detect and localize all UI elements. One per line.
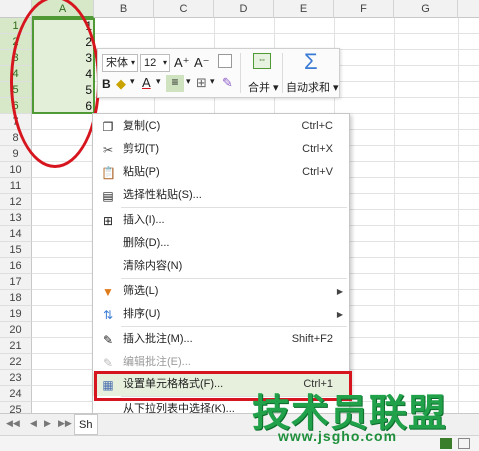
menu-separator [121,278,347,279]
sort-icon: ⇅ [102,308,114,322]
annotation-circle [10,0,100,168]
row-header[interactable]: 14 [0,226,32,242]
menu-item-label: 插入批注(M)... [123,333,193,345]
sigma-icon[interactable]: Σ [304,49,318,75]
font-size-value: 12 [144,57,157,69]
row-header[interactable]: 12 [0,194,32,210]
menu-item-shortcut: Ctrl+X [302,143,333,155]
menu-item[interactable]: 删除(D)... [93,232,349,255]
row-header[interactable]: 18 [0,290,32,306]
menu-item-shortcut: Shift+F2 [291,333,333,345]
copy-icon: ❐ [102,120,114,134]
menu-item[interactable]: ⊞ 插入(I)... [93,209,349,232]
chevron-down-icon: ▾ [162,58,167,67]
tab-nav-last-icon[interactable]: ▶▶ [58,418,72,429]
menu-item-shortcut: Ctrl+V [302,166,333,178]
row-header[interactable]: 22 [0,354,32,370]
autosum-button-label[interactable]: 自动求和 ▾ [286,79,339,95]
row-header[interactable]: 10 [0,162,32,178]
row-header[interactable]: 11 [0,178,32,194]
chevron-down-icon[interactable]: ▾ [186,76,191,87]
row-header[interactable]: 20 [0,322,32,338]
row-header[interactable]: 24 [0,386,32,402]
tab-nav-first-icon[interactable]: ◀◀ [6,418,20,429]
menu-item-label: 删除(D)... [123,237,170,249]
clear-format-icon[interactable] [218,54,232,68]
menu-item-label: 排序(U) [123,308,161,320]
menu-item[interactable]: ▼ 筛选(L) ▶ [93,280,349,303]
filter-icon: ▼ [102,285,114,299]
row-header[interactable]: 17 [0,274,32,290]
row-header[interactable]: 23 [0,370,32,386]
tab-nav-next-icon[interactable]: ▶ [44,418,51,429]
column-header-e[interactable]: E [274,0,334,18]
menu-item[interactable]: 清除内容(N) [93,255,349,278]
normal-view-icon[interactable] [440,438,452,449]
insert-icon: ⊞ [102,214,114,228]
edit-comment-icon: ✎ [102,356,114,370]
row-header[interactable]: 15 [0,242,32,258]
menu-item[interactable]: ✂ 剪切(T) Ctrl+X [93,138,349,161]
comment-icon: ✎ [102,333,114,347]
align-center-icon[interactable]: ≡ [166,75,184,92]
menu-item-label: 筛选(L) [123,285,159,297]
column-header-c[interactable]: C [154,0,214,18]
toolbar-divider [282,53,283,93]
row-header[interactable]: 21 [0,338,32,354]
menu-item-label: 粘贴(P) [123,166,160,178]
chevron-down-icon[interactable]: ▾ [130,76,135,87]
watermark-url: www.jsgho.com [278,428,398,444]
font-name-select[interactable]: 宋体 ▾ [102,54,138,72]
menu-item-label: 选择性粘贴(S)... [123,189,202,201]
chevron-down-icon[interactable]: ▾ [156,76,161,87]
font-name-value: 宋体 [106,57,128,69]
status-bar [0,435,479,451]
row-header[interactable]: 19 [0,306,32,322]
spreadsheet-window: A B C D E F G 1 2 3 4 5 6 7 8 9 10 11 12 13 14 15 16 17 1… [0,0,479,451]
merge-cells-icon[interactable]: ⇔ [253,53,271,69]
column-header-b[interactable]: B [94,0,154,18]
format-painter-icon[interactable]: ✎ [222,75,233,91]
menu-item[interactable]: ✎ 插入批注(M)... Shift+F2 [93,328,349,351]
fill-color-icon[interactable]: ◆ [116,76,126,92]
chevron-down-icon[interactable]: ▾ [210,76,215,87]
toolbar-divider [240,53,241,93]
menu-item[interactable]: ▤ 选择性粘贴(S)... [93,184,349,207]
column-header-g[interactable]: G [394,0,458,18]
merge-button-label[interactable]: 合并 ▾ [248,79,279,95]
row-header[interactable]: 13 [0,210,32,226]
submenu-arrow-icon: ▶ [336,287,343,296]
page-layout-icon[interactable] [458,438,470,449]
menu-item-shortcut: Ctrl+C [301,120,333,132]
grid-line [32,33,479,34]
sheet-tab[interactable]: Sh [74,414,98,435]
chevron-down-icon: ▾ [130,58,135,67]
mini-toolbar: 宋体 ▾ 12 ▾ A⁺ A⁻ B ◆ ▾ A ▾ ≡ ▾ ⊞ ▾ ✎ ⇔ 合并 ▾… [97,48,340,98]
menu-separator [121,326,347,327]
submenu-arrow-icon: ▶ [336,310,343,319]
paste-icon: 📋 [101,166,116,180]
column-header-f[interactable]: F [334,0,394,18]
font-size-select[interactable]: 12 ▾ [140,54,170,72]
menu-item[interactable]: 📋 粘贴(P) Ctrl+V [93,161,349,184]
bold-button[interactable]: B [102,77,111,91]
shrink-font-button[interactable]: A⁻ [194,55,210,71]
menu-item-label: 清除内容(N) [123,260,183,272]
row-header[interactable]: 16 [0,258,32,274]
menu-separator [121,207,347,208]
column-header-d[interactable]: D [214,0,274,18]
menu-item-label: 剪切(T) [123,143,160,155]
grow-font-button[interactable]: A⁺ [174,55,190,71]
paste-special-icon: ▤ [102,189,114,203]
menu-item-label: 插入(I)... [123,214,165,226]
scissors-icon: ✂ [102,143,114,157]
tab-nav-prev-icon[interactable]: ◀ [30,418,37,429]
menu-item-label: 复制(C) [123,120,161,132]
menu-item[interactable]: ⇅ 排序(U) ▶ [93,303,349,326]
menu-item[interactable]: ❐ 复制(C) Ctrl+C [93,115,349,138]
font-color-button[interactable]: A [142,75,151,90]
border-icon[interactable]: ⊞ [196,75,207,91]
